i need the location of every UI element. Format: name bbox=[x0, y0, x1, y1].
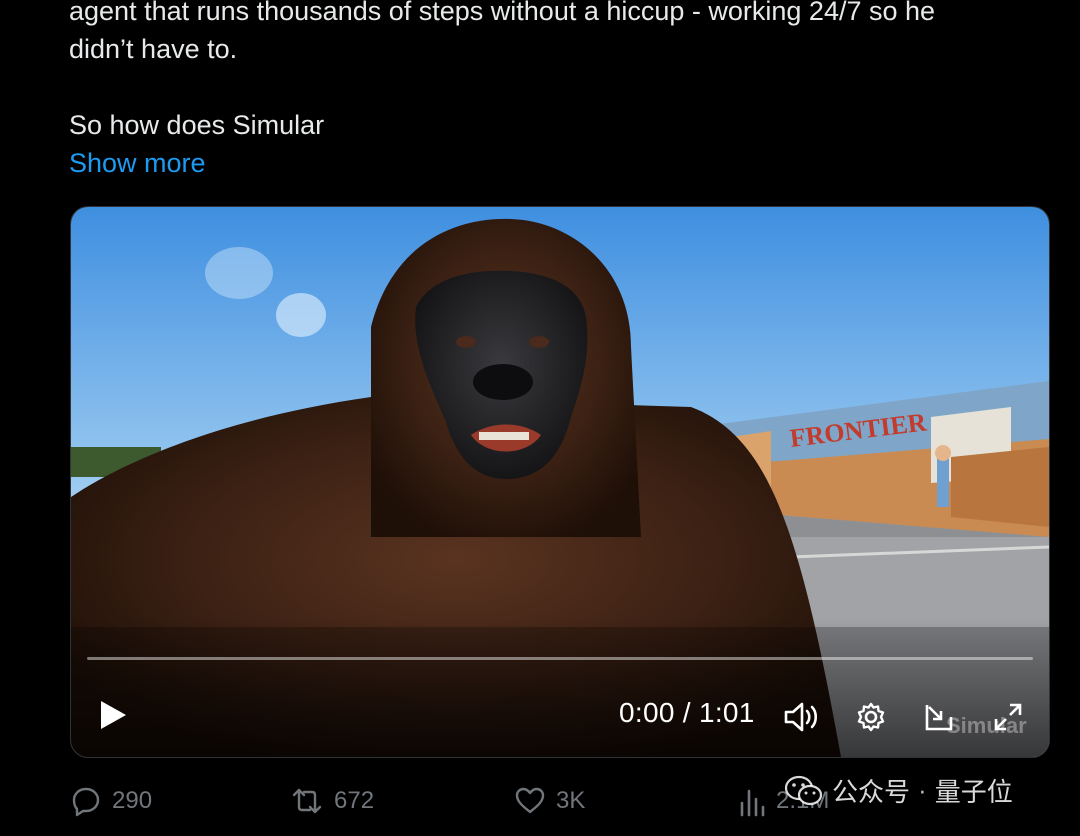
tweet-text-line: didn’t have to. bbox=[69, 34, 238, 64]
tweet-text-line: agent that runs thousands of steps witho… bbox=[69, 0, 936, 26]
controls-shade bbox=[71, 617, 1049, 757]
like-button[interactable]: 3K bbox=[514, 782, 585, 820]
wechat-icon bbox=[784, 775, 823, 805]
tweet-text-line: So how does Simular bbox=[69, 110, 325, 140]
play-button[interactable] bbox=[93, 695, 133, 735]
current-time: 0:00 bbox=[619, 697, 675, 728]
volume-button[interactable] bbox=[781, 697, 821, 737]
progress-bar[interactable] bbox=[87, 657, 1033, 660]
time-separator: / bbox=[682, 697, 691, 728]
reply-count: 290 bbox=[112, 787, 153, 814]
reply-icon bbox=[72, 787, 100, 817]
settings-button[interactable] bbox=[851, 697, 891, 737]
duration: 1:01 bbox=[698, 697, 755, 728]
views-icon bbox=[740, 789, 765, 817]
video-player[interactable]: FRONTIER 0:00 / 1:01 Simular bbox=[70, 206, 1050, 758]
reply-button[interactable]: 290 bbox=[70, 782, 152, 820]
time-readout: 0:00 / 1:01 bbox=[619, 697, 755, 729]
heart-icon bbox=[515, 787, 545, 814]
retweet-count: 672 bbox=[334, 787, 375, 814]
play-icon bbox=[101, 701, 126, 729]
wechat-account-name: 量子位 bbox=[934, 777, 1013, 807]
watermark-separator: · bbox=[918, 775, 927, 805]
wechat-app-label: 公众号 bbox=[832, 777, 911, 807]
retweet-icon bbox=[292, 788, 322, 814]
tweet-text: agent that runs thousands of steps witho… bbox=[69, 0, 1049, 182]
show-more-link[interactable]: Show more bbox=[69, 148, 206, 178]
fullscreen-icon bbox=[994, 703, 1022, 731]
wechat-watermark: 公众号 · 量子位 bbox=[784, 772, 1013, 809]
like-count: 3K bbox=[556, 787, 586, 814]
retweet-button[interactable]: 672 bbox=[290, 782, 374, 820]
fullscreen-button[interactable] bbox=[988, 697, 1028, 737]
volume-icon bbox=[784, 702, 818, 732]
gear-icon bbox=[857, 702, 885, 732]
